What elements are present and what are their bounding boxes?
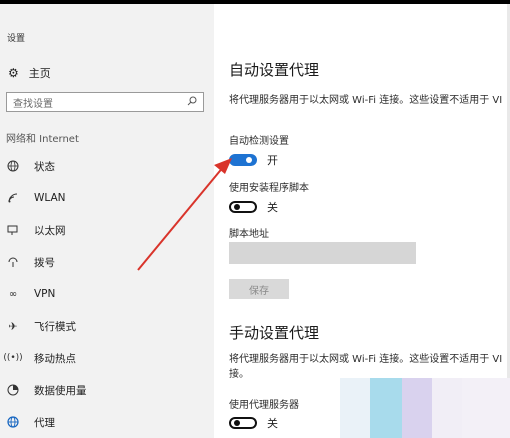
- blurred-watermark: [340, 378, 510, 438]
- sidebar-item-dialup[interactable]: 拨号: [6, 252, 55, 272]
- sidebar-item-status[interactable]: 状态: [6, 156, 55, 176]
- auto-detect-label: 自动检测设置: [229, 136, 289, 147]
- sidebar-item-vpn[interactable]: ∞ VPN: [6, 284, 56, 304]
- sidebar-item-data-usage[interactable]: 数据使用量: [6, 380, 87, 400]
- airplane-icon: ✈: [8, 319, 18, 333]
- vpn-icon: ∞: [8, 288, 18, 300]
- use-proxy-label: 使用代理服务器: [229, 400, 299, 411]
- search-icon[interactable]: [187, 96, 197, 109]
- group-title: 网络和 Internet: [6, 134, 79, 145]
- toggle-state: 关: [267, 417, 278, 430]
- sidebar: 设置 ⚙ 主页 查找设置 网络和 Internet 状态 WLAN 以太网 拨号: [0, 4, 214, 438]
- manual-proxy-description: 将代理服务器用于以太网或 Wi-Fi 连接。这些设置不适用于 VI: [229, 354, 503, 365]
- sidebar-item-label: 数据使用量: [34, 384, 87, 397]
- toggle-state: 开: [267, 154, 278, 167]
- sidebar-item-label: 代理: [34, 416, 55, 429]
- ethernet-icon: [6, 223, 20, 237]
- sidebar-item-proxy[interactable]: 代理: [6, 412, 55, 432]
- toggle-switch-on[interactable]: [229, 154, 257, 166]
- setup-script-toggle[interactable]: 关: [229, 199, 278, 215]
- home-label: 主页: [28, 67, 51, 80]
- script-address-input[interactable]: [229, 242, 416, 264]
- toggle-switch-off[interactable]: [229, 201, 257, 213]
- sidebar-item-hotspot[interactable]: ((•)) 移动热点: [3, 348, 76, 368]
- sidebar-item-wlan[interactable]: WLAN: [6, 188, 66, 208]
- search-input[interactable]: 查找设置: [13, 95, 187, 110]
- main-content: 自动设置代理 将代理服务器用于以太网或 Wi-Fi 连接。这些设置不适用于 VI…: [214, 4, 507, 438]
- sidebar-item-label: 拨号: [34, 256, 55, 269]
- sidebar-item-label: WLAN: [34, 192, 66, 204]
- wifi-icon: [6, 191, 20, 205]
- sidebar-item-label: 以太网: [34, 224, 66, 237]
- sidebar-item-label: 飞行模式: [34, 320, 76, 333]
- app-title: 设置: [7, 34, 26, 44]
- use-proxy-toggle[interactable]: 关: [229, 415, 278, 431]
- toggle-switch-off[interactable]: [229, 417, 257, 429]
- sidebar-home[interactable]: ⚙ 主页: [8, 63, 51, 83]
- globe-icon: [6, 415, 20, 429]
- search-box[interactable]: 查找设置: [6, 92, 204, 112]
- dialup-icon: [6, 255, 20, 269]
- toggle-state: 关: [267, 201, 278, 214]
- manual-proxy-title: 手动设置代理: [229, 324, 320, 342]
- sidebar-item-label: 移动热点: [34, 352, 76, 365]
- auto-proxy-title: 自动设置代理: [229, 61, 320, 79]
- sidebar-item-label: 状态: [34, 160, 55, 173]
- auto-detect-toggle[interactable]: 开: [229, 152, 278, 168]
- setup-script-label: 使用安装程序脚本: [229, 183, 309, 194]
- globe-icon: [6, 159, 20, 173]
- data-usage-icon: [6, 383, 20, 397]
- sidebar-item-label: VPN: [34, 288, 56, 300]
- hotspot-icon: ((•)): [3, 353, 23, 363]
- auto-proxy-description: 将代理服务器用于以太网或 Wi-Fi 连接。这些设置不适用于 VI: [229, 95, 503, 106]
- sidebar-item-airplane[interactable]: ✈ 飞行模式: [6, 316, 76, 336]
- script-address-label: 脚本地址: [229, 229, 269, 240]
- gear-icon: ⚙: [8, 66, 19, 80]
- sidebar-item-ethernet[interactable]: 以太网: [6, 220, 66, 240]
- save-button[interactable]: 保存: [229, 279, 289, 299]
